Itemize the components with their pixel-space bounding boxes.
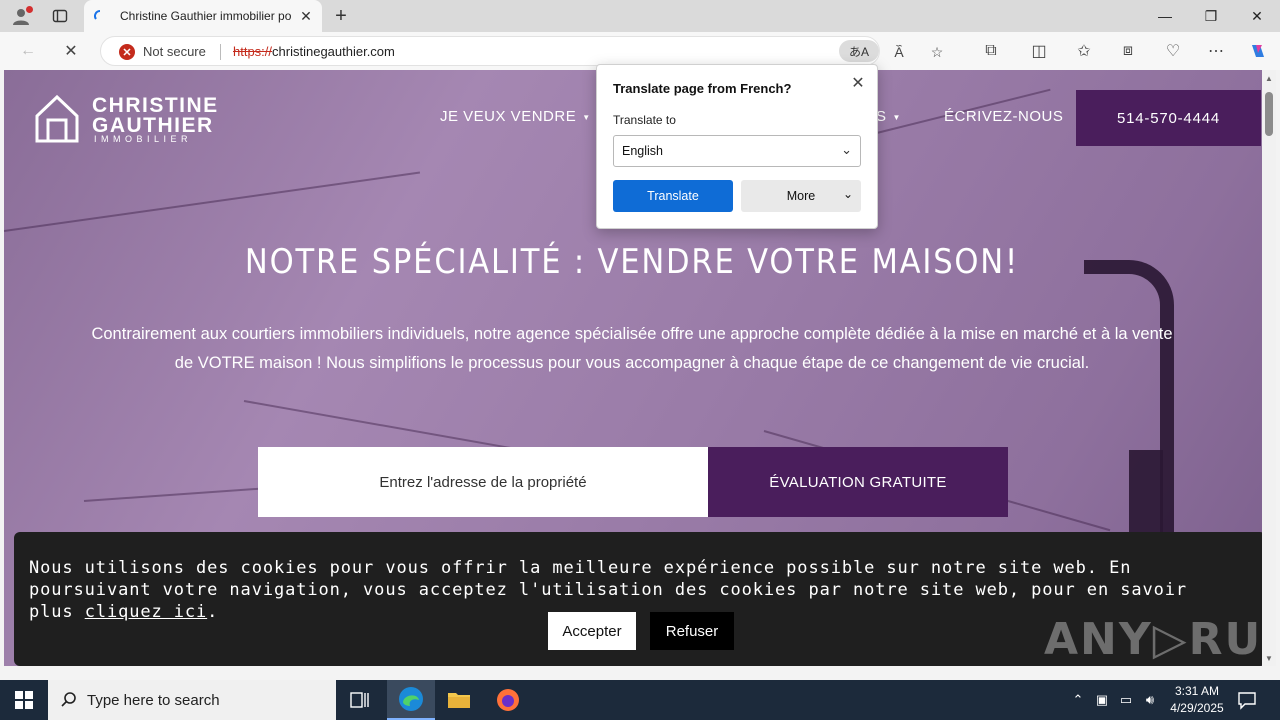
new-tab-button[interactable]: + xyxy=(330,5,352,27)
task-view-icon xyxy=(350,692,369,708)
translate-icon[interactable]: あA xyxy=(839,40,879,62)
back-button[interactable]: ← xyxy=(15,39,41,63)
not-secure-icon: ✕ xyxy=(119,44,135,60)
property-address-input[interactable] xyxy=(258,447,708,517)
refuse-cookies-button[interactable]: Refuser xyxy=(650,612,734,650)
page-scrollbar[interactable]: ▲ ▼ xyxy=(1262,70,1276,666)
tab-actions-icon xyxy=(52,9,68,23)
translate-popup: Translate page from French? ✕ Translate … xyxy=(596,64,878,229)
active-tab[interactable]: Christine Gauthier immobilier po ✕ xyxy=(84,0,322,32)
extensions-icon[interactable]: ⧉ xyxy=(978,39,1004,63)
scroll-up-arrow-icon[interactable]: ▲ xyxy=(1264,74,1274,84)
split-screen-icon[interactable]: ◫ xyxy=(1026,39,1052,63)
network-icon[interactable]: ▭ xyxy=(1116,690,1136,710)
hero-title: NOTRE SPÉCIALITÉ : VENDRE VOTRE MAISON! xyxy=(244,242,1020,282)
divider xyxy=(220,44,221,60)
notification-dot xyxy=(26,6,33,13)
url-host: christinegauthier.com xyxy=(272,44,395,59)
security-label[interactable]: Not secure xyxy=(143,44,206,59)
caret-down-icon: ▼ xyxy=(892,112,901,122)
url-scheme: https:// xyxy=(233,44,273,59)
taskbar: Type here to search ⌃ ▣ ▭ 🔊︎ 3:31 AM 4/2… xyxy=(0,680,1280,720)
volume-icon[interactable]: 🔊︎ xyxy=(1140,690,1160,710)
search-placeholder: Type here to search xyxy=(87,691,220,709)
profile-button[interactable] xyxy=(8,5,34,27)
search-icon xyxy=(61,692,76,707)
edge-taskbar-button[interactable] xyxy=(387,680,435,720)
address-bar[interactable]: ✕ Not secure https://christinegauthier.c… xyxy=(100,36,943,66)
nav-je-veux-vendre[interactable]: JE VEUX VENDRE ▼ xyxy=(440,108,591,125)
file-explorer-button[interactable] xyxy=(435,680,483,720)
settings-more-icon[interactable]: ⋯ xyxy=(1203,39,1229,63)
accept-cookies-button[interactable]: Accepter xyxy=(548,612,636,650)
cookie-more-link[interactable]: cliquez ici xyxy=(85,602,207,622)
translate-button[interactable]: Translate xyxy=(613,180,733,212)
edge-icon xyxy=(399,687,423,711)
translate-to-label: Translate to xyxy=(613,113,676,127)
nav-label: ÉCRIVEZ-NOUS xyxy=(944,108,1064,125)
hero-line-2: de VOTRE maison ! Nous simplifions le pr… xyxy=(174,354,1090,372)
translate-popup-title: Translate page from French? xyxy=(613,81,792,96)
close-icon[interactable]: ✕ xyxy=(849,73,867,92)
favorites-icon[interactable]: ✩ xyxy=(1071,39,1097,63)
favorite-star-icon[interactable]: ☆ xyxy=(927,42,947,62)
device-icon[interactable]: ▣ xyxy=(1092,690,1112,710)
selected-language: English xyxy=(622,144,663,158)
windows-logo-icon xyxy=(15,691,33,709)
anyrun-watermark: ANY▷RUN xyxy=(1044,614,1262,665)
firefox-icon xyxy=(497,689,519,711)
nav-hidden-item[interactable]: S ▼ xyxy=(876,108,901,125)
nav-ecrivez-nous[interactable]: ÉCRIVEZ-NOUS xyxy=(944,108,1063,125)
scroll-down-arrow-icon[interactable]: ▼ xyxy=(1264,654,1274,664)
task-view-button[interactable] xyxy=(336,680,384,720)
tab-strip: Christine Gauthier immobilier po ✕ + — ❐… xyxy=(0,0,1280,32)
url-text[interactable]: https://christinegauthier.com xyxy=(233,44,395,59)
caret-down-icon: ▼ xyxy=(582,112,591,122)
read-aloud-icon[interactable]: A᷈ xyxy=(889,42,909,62)
notification-center-button[interactable] xyxy=(1236,689,1258,711)
minimize-button[interactable]: — xyxy=(1142,0,1188,32)
loading-icon xyxy=(94,10,101,20)
more-label: More xyxy=(786,189,816,203)
house-logo-icon xyxy=(35,94,79,143)
folder-icon xyxy=(448,693,470,708)
scroll-thumb[interactable] xyxy=(1265,92,1273,136)
system-clock[interactable]: 3:31 AM 4/29/2025 xyxy=(1162,683,1232,717)
tab-actions-button[interactable] xyxy=(48,6,72,26)
site-logo[interactable]: CHRISTINE GAUTHIER IMMOBILIER xyxy=(34,94,234,148)
hero-line-1: Contrairement aux courtiers immobiliers … xyxy=(91,325,1173,343)
restore-button[interactable]: ❐ xyxy=(1188,0,1234,32)
marble-vein xyxy=(4,171,421,232)
logo-line3: IMMOBILIER xyxy=(94,134,193,144)
free-evaluation-button[interactable]: ÉVALUATION GRATUITE xyxy=(708,447,1008,517)
chevron-up-icon[interactable]: ⌃ xyxy=(1068,690,1088,710)
clock-date: 4/29/2025 xyxy=(1170,701,1224,715)
cookie-text-end: . xyxy=(207,602,219,622)
start-button[interactable] xyxy=(0,680,48,720)
browser-essentials-icon[interactable]: ♡ xyxy=(1160,39,1186,63)
language-select[interactable]: English ⌄ xyxy=(613,135,861,167)
close-window-button[interactable]: ✕ xyxy=(1234,0,1280,32)
taskbar-search[interactable]: Type here to search xyxy=(48,680,336,720)
copilot-icon[interactable] xyxy=(1245,39,1271,63)
clock-time: 3:31 AM xyxy=(1174,684,1220,698)
chevron-down-icon: ⌄ xyxy=(841,142,852,157)
more-button[interactable]: More ⌄ xyxy=(741,180,861,212)
firefox-button[interactable] xyxy=(484,680,532,720)
chevron-down-icon: ⌄ xyxy=(842,187,853,201)
hero-description: Contrairement aux courtiers immobiliers … xyxy=(64,320,1200,378)
collections-icon[interactable]: ⧈ xyxy=(1115,39,1141,63)
stop-loading-button[interactable]: ✕ xyxy=(58,39,84,63)
nav-label: JE VEUX VENDRE xyxy=(440,108,577,125)
phone-button[interactable]: 514-570-4444 xyxy=(1076,90,1261,146)
notification-icon xyxy=(1238,692,1256,710)
cookie-banner: Nous utilisons des cookies pour vous off… xyxy=(14,532,1262,666)
tab-title: Christine Gauthier immobilier po xyxy=(120,9,292,23)
tab-close-icon[interactable]: ✕ xyxy=(298,8,314,24)
